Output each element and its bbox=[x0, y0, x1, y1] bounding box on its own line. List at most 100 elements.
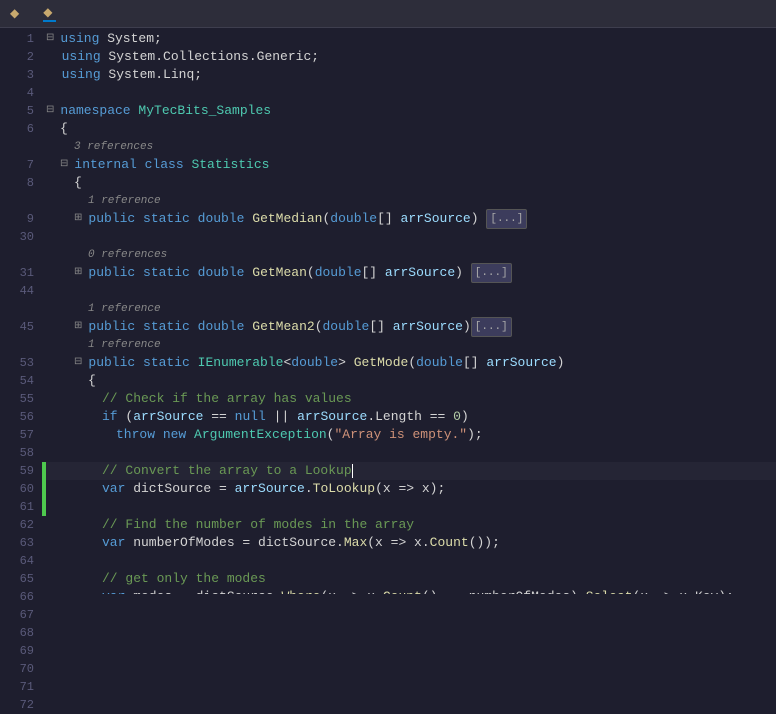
code-token: [] bbox=[463, 354, 486, 372]
line-number-70: 70 bbox=[0, 660, 34, 678]
code-token bbox=[135, 264, 143, 282]
code-line: ⊞ public static double GetMean(double[] … bbox=[46, 264, 776, 282]
line-number-empty bbox=[0, 336, 34, 354]
code-token: public bbox=[88, 354, 135, 372]
code-token: Where bbox=[281, 588, 320, 594]
expand-collapse-icon[interactable]: ⊞ bbox=[74, 318, 88, 336]
code-token: // Convert the array to a Lookup bbox=[102, 462, 352, 480]
code-token: ( bbox=[307, 264, 315, 282]
code-token: GetMean2 bbox=[252, 318, 314, 336]
code-token: (x => x. bbox=[320, 588, 382, 594]
line-number-60: 60 bbox=[0, 480, 34, 498]
line-number-61: 61 bbox=[0, 498, 34, 516]
line-number-66: 66 bbox=[0, 588, 34, 606]
code-token: System; bbox=[99, 30, 161, 48]
collapsed-block[interactable]: [...] bbox=[471, 263, 512, 283]
line-number-2: 2 bbox=[0, 48, 34, 66]
code-token: GetMode bbox=[354, 354, 409, 372]
code-token: || bbox=[266, 408, 297, 426]
line-number-63: 63 bbox=[0, 534, 34, 552]
line-number-9: 9 bbox=[0, 210, 34, 228]
code-token bbox=[244, 210, 252, 228]
code-line: 3 references bbox=[46, 138, 776, 156]
code-line bbox=[46, 552, 776, 570]
code-token: < bbox=[283, 354, 291, 372]
code-line: var dictSource = arrSource.ToLookup(x =>… bbox=[46, 480, 776, 498]
expand-collapse-icon[interactable]: ⊞ bbox=[74, 264, 88, 282]
code-line: if (arrSource == null || arrSource.Lengt… bbox=[46, 408, 776, 426]
code-token: ( bbox=[327, 426, 335, 444]
expand-collapse-icon[interactable]: ⊟ bbox=[46, 102, 60, 120]
code-line bbox=[46, 282, 776, 300]
code-token: var bbox=[102, 588, 125, 594]
code-line: ⊟ public static IEnumerable<double> GetM… bbox=[46, 354, 776, 372]
code-token: ( bbox=[322, 210, 330, 228]
line-number-71: 71 bbox=[0, 678, 34, 696]
code-token: arrSource bbox=[393, 318, 463, 336]
code-token: double bbox=[198, 210, 245, 228]
code-token: () == numberOfModes). bbox=[422, 588, 586, 594]
code-token bbox=[137, 156, 145, 174]
line-number-empty bbox=[0, 300, 34, 318]
code-token: new bbox=[163, 426, 186, 444]
code-token: static bbox=[143, 210, 190, 228]
code-line: 1 reference bbox=[46, 336, 776, 354]
expand-collapse-icon[interactable]: ⊟ bbox=[46, 30, 60, 48]
code-token: Max bbox=[344, 534, 367, 552]
code-token: GetMedian bbox=[252, 210, 322, 228]
code-token: double bbox=[330, 210, 377, 228]
reference-hint: 1 reference bbox=[88, 192, 161, 210]
code-token: 0 bbox=[453, 408, 461, 426]
text-cursor bbox=[352, 464, 353, 478]
code-token: // Find the number of modes in the array bbox=[102, 516, 414, 534]
line-number-empty bbox=[0, 192, 34, 210]
expand-collapse-icon[interactable]: ⊟ bbox=[60, 156, 74, 174]
code-line: // Check if the array has values bbox=[46, 390, 776, 408]
code-token: double bbox=[416, 354, 463, 372]
code-token: [] bbox=[362, 264, 385, 282]
collapsed-block[interactable]: [...] bbox=[486, 209, 527, 229]
line-number-62: 62 bbox=[0, 516, 34, 534]
code-line bbox=[46, 444, 776, 462]
editor-container: 1234567893031444553545556575859606162636… bbox=[0, 28, 776, 594]
code-token bbox=[135, 354, 143, 372]
code-token: ) bbox=[455, 264, 471, 282]
expand-collapse-icon[interactable]: ⊟ bbox=[74, 354, 88, 372]
line-number-69: 69 bbox=[0, 642, 34, 660]
collapsed-block[interactable]: [...] bbox=[471, 317, 512, 337]
code-token bbox=[244, 264, 252, 282]
code-token: class bbox=[145, 156, 184, 174]
code-token: Statistics bbox=[191, 156, 269, 174]
line-number-5: 5 bbox=[0, 102, 34, 120]
code-token: arrSource bbox=[297, 408, 367, 426]
code-token bbox=[190, 210, 198, 228]
line-number-72: 72 bbox=[0, 696, 34, 714]
code-token: System.Collections.Generic; bbox=[101, 48, 319, 66]
code-token: // Check if the array has values bbox=[102, 390, 352, 408]
code-line: 1 reference bbox=[46, 300, 776, 318]
code-token bbox=[131, 102, 139, 120]
code-token: static bbox=[143, 264, 190, 282]
code-token: arrSource bbox=[486, 354, 556, 372]
tab-statistics-icon: ◆ bbox=[43, 5, 52, 20]
tab-samples[interactable]: ◆ bbox=[10, 6, 23, 21]
code-line: { bbox=[46, 174, 776, 192]
code-token: // get only the modes bbox=[102, 570, 266, 588]
code-line: { bbox=[46, 372, 776, 390]
code-line: // Find the number of modes in the array bbox=[46, 516, 776, 534]
line-number-4: 4 bbox=[0, 84, 34, 102]
code-token bbox=[135, 318, 143, 336]
code-line: 0 references bbox=[46, 246, 776, 264]
code-token: ( bbox=[408, 354, 416, 372]
code-line: var numberOfModes = dictSource.Max(x => … bbox=[46, 534, 776, 552]
line-number-65: 65 bbox=[0, 570, 34, 588]
expand-collapse-icon[interactable]: ⊞ bbox=[74, 210, 88, 228]
code-line: // Convert the array to a Lookup bbox=[46, 462, 776, 480]
code-line: ⊟ namespace MyTecBits_Samples bbox=[46, 102, 776, 120]
code-area[interactable]: ⊟ using System; using System.Collections… bbox=[42, 28, 776, 594]
code-token bbox=[135, 210, 143, 228]
tab-statistics[interactable]: ◆ bbox=[43, 5, 56, 22]
line-number-7: 7 bbox=[0, 156, 34, 174]
code-token bbox=[190, 354, 198, 372]
change-indicator bbox=[42, 480, 46, 498]
